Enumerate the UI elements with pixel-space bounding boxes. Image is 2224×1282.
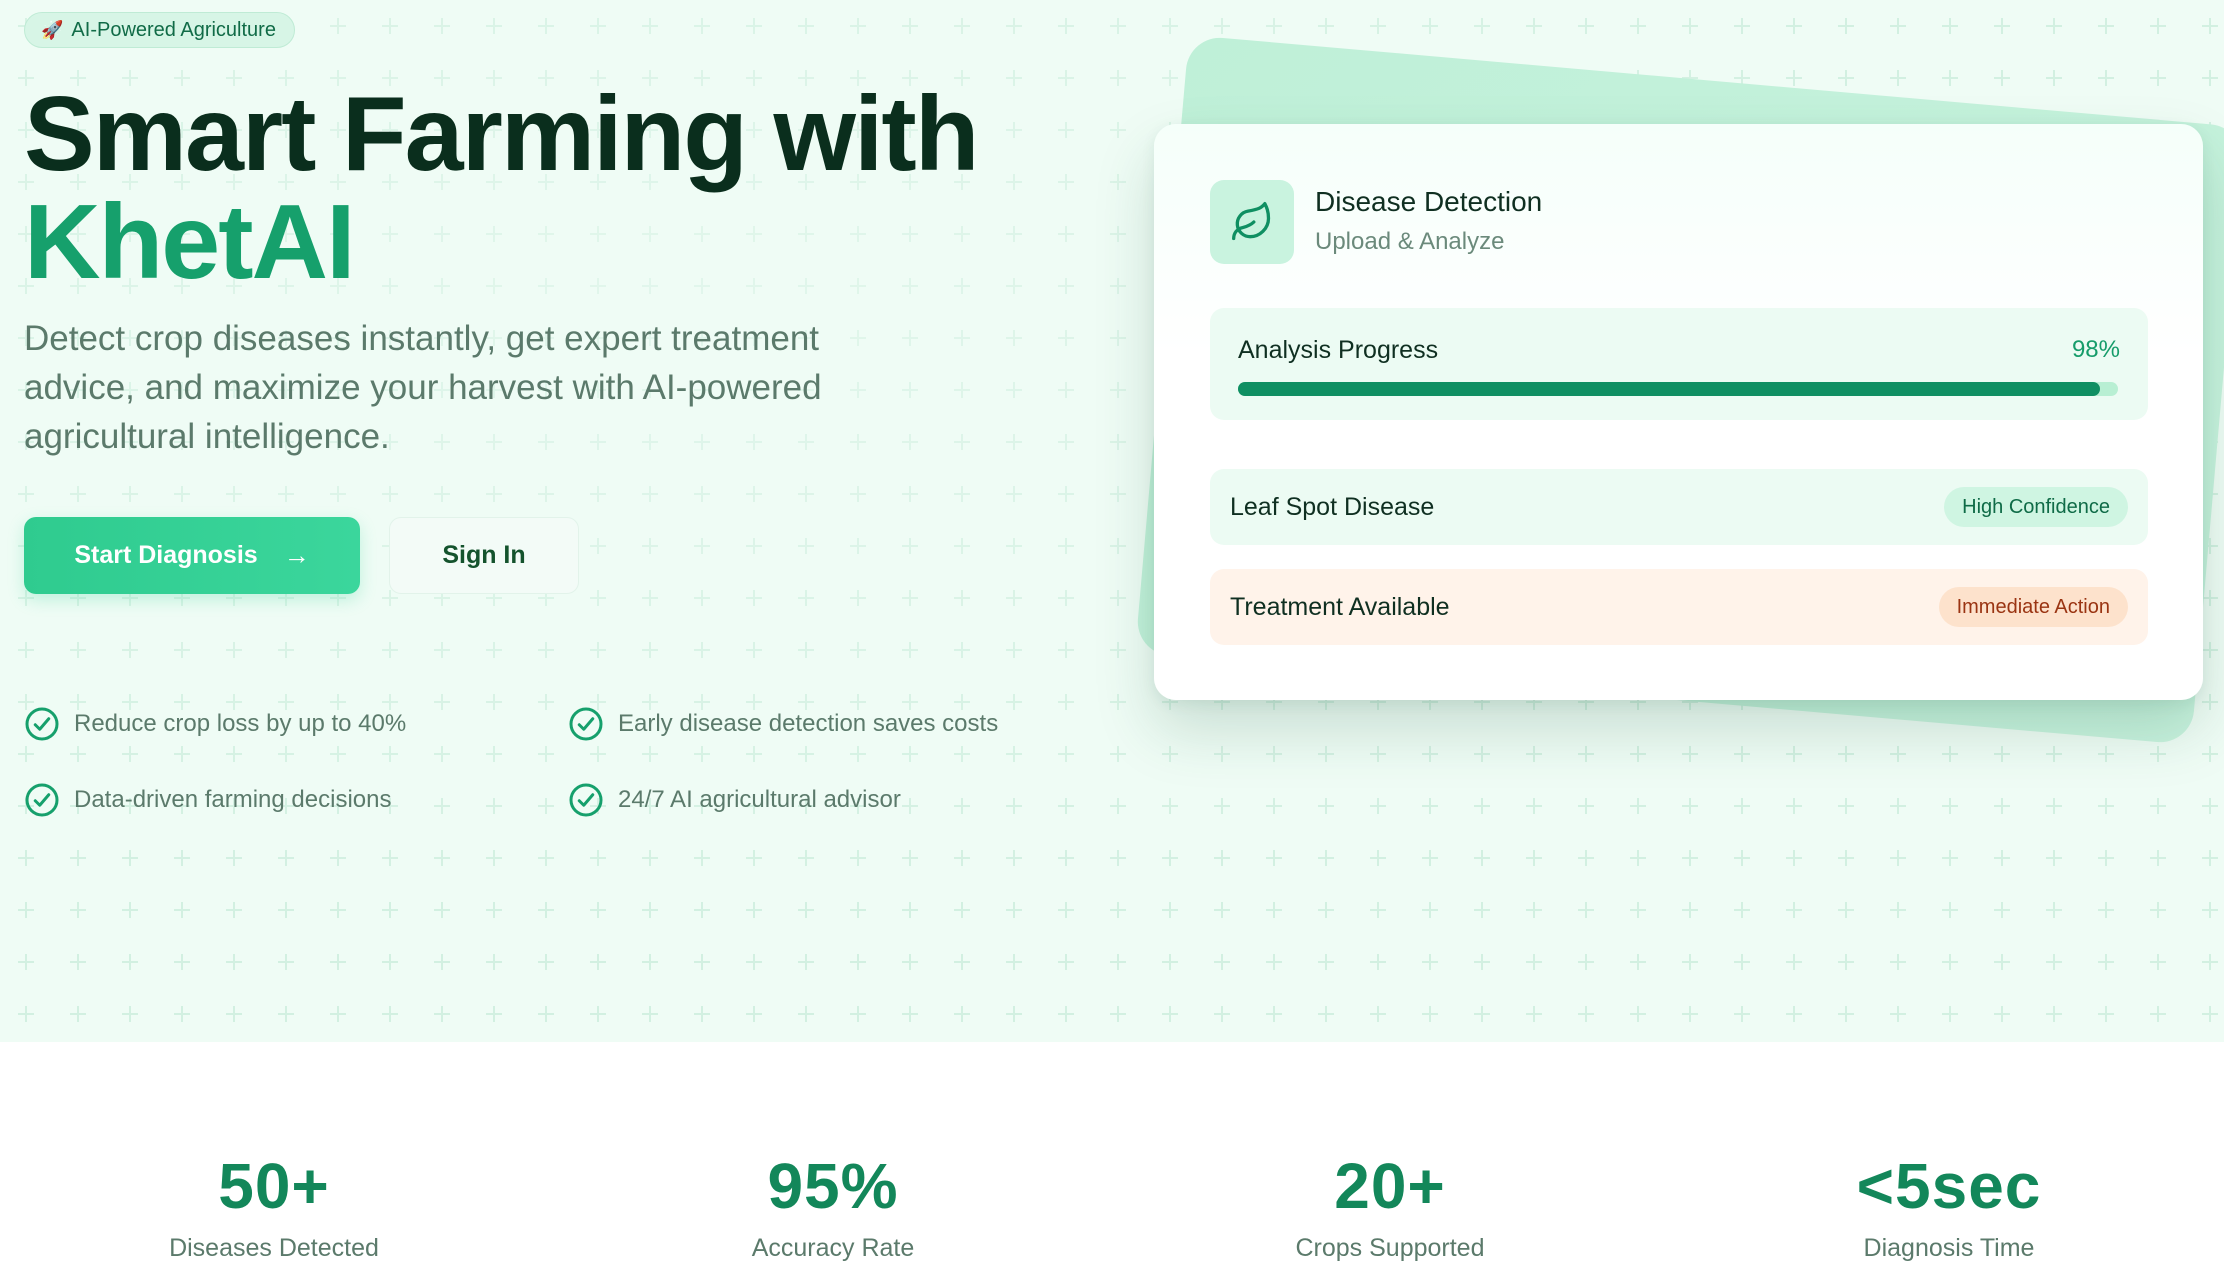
stat-value: 50+ xyxy=(218,1150,330,1222)
stat-item: 20+ Crops Supported xyxy=(1190,1150,1590,1263)
title-brand: KhetAI xyxy=(24,183,356,301)
check-circle-icon xyxy=(569,707,603,741)
card-title: Disease Detection xyxy=(1315,186,1543,217)
title-line-1: Smart Farming with xyxy=(24,75,979,193)
result-label: Leaf Spot Disease xyxy=(1230,492,1435,521)
stat-label: Diseases Detected xyxy=(169,1234,379,1262)
feature-item: Early disease detection saves costs xyxy=(568,706,998,742)
stat-value: 95% xyxy=(767,1150,899,1222)
feature-text: Data-driven farming decisions xyxy=(74,786,392,813)
check-circle-icon xyxy=(569,783,603,817)
hero-subtitle: Detect crop diseases instantly, get expe… xyxy=(24,319,822,456)
stat-label: Accuracy Rate xyxy=(751,1234,915,1262)
result-row-disease: Leaf Spot Disease High Confidence xyxy=(1210,469,2148,545)
stat-label: Diagnosis Time xyxy=(1863,1234,2035,1262)
feature-item: Reduce crop loss by up to 40% xyxy=(24,706,406,742)
stat-value: <5sec xyxy=(1856,1150,2042,1222)
hero-section: 🚀 AI-Powered Agriculture Smart Farming w… xyxy=(0,0,2224,1042)
progress-bar xyxy=(1238,382,2118,396)
result-label: Treatment Available xyxy=(1230,592,1450,621)
check-circle-icon xyxy=(25,783,59,817)
disease-detection-card: Disease Detection Upload & Analyze Analy… xyxy=(1154,124,2203,700)
sign-in-label: Sign In xyxy=(442,541,526,569)
check-circle-icon xyxy=(25,707,59,741)
leaf-icon xyxy=(1232,202,1271,241)
sign-in-button[interactable]: Sign In xyxy=(389,517,579,594)
stat-item: <5sec Diagnosis Time xyxy=(1749,1150,2149,1263)
feature-text: Reduce crop loss by up to 40% xyxy=(74,710,407,737)
progress-percent: 98% xyxy=(2071,336,2120,363)
start-diagnosis-label: Start Diagnosis xyxy=(74,541,258,569)
stat-label: Crops Supported xyxy=(1295,1234,1485,1262)
rocket-icon: 🚀 xyxy=(41,19,64,40)
feature-text: 24/7 AI agricultural advisor xyxy=(618,786,901,813)
feature-item: 24/7 AI agricultural advisor xyxy=(568,782,901,818)
page-title: Smart Farming with KhetAI xyxy=(24,80,979,301)
ai-powered-badge: 🚀 AI-Powered Agriculture xyxy=(24,12,295,48)
stat-item: 50+ Diseases Detected xyxy=(74,1150,474,1263)
badge-label: AI-Powered Agriculture xyxy=(71,18,276,41)
confidence-badge: High Confidence xyxy=(1944,487,2128,527)
progress-bar-fill xyxy=(1238,382,2101,396)
analysis-progress-panel: Analysis Progress 98% xyxy=(1210,308,2148,420)
stat-value: 20+ xyxy=(1334,1150,1446,1222)
arrow-right-icon: → xyxy=(283,540,310,570)
action-badge: Immediate Action xyxy=(1938,587,2128,627)
feature-text: Early disease detection saves costs xyxy=(618,710,999,737)
result-row-treatment: Treatment Available Immediate Action xyxy=(1210,569,2148,645)
start-diagnosis-button[interactable]: Start Diagnosis → xyxy=(24,517,360,594)
stat-item: 95% Accuracy Rate xyxy=(633,1150,1033,1263)
progress-label: Analysis Progress xyxy=(1238,336,1439,364)
feature-item: Data-driven farming decisions xyxy=(24,782,391,818)
card-subtitle: Upload & Analyze xyxy=(1315,228,1505,255)
card-icon-tile xyxy=(1210,180,1294,264)
